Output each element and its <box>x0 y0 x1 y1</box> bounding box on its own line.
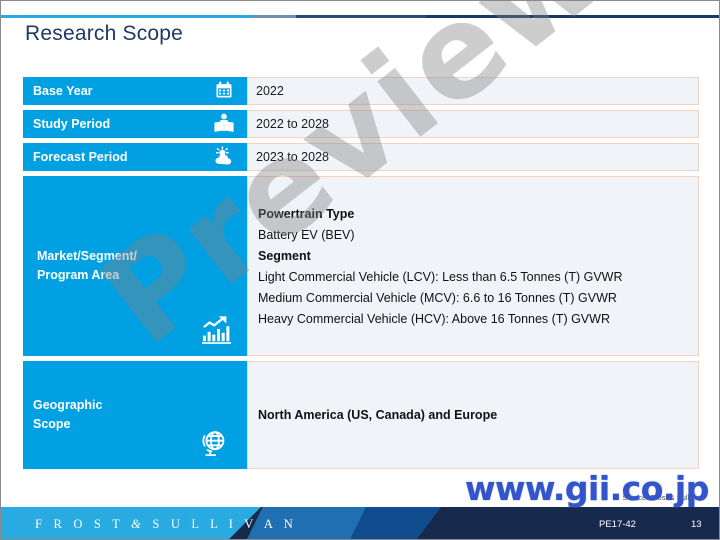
row-value-base-year: 2022 <box>247 77 699 105</box>
site-watermark: www.gii.co.jp <box>465 469 709 508</box>
bar-chart-trend-icon <box>199 312 235 348</box>
segment-heading: Segment <box>258 248 311 263</box>
powertrain-type-heading: Powertrain Type <box>258 206 355 221</box>
top-rule-segment-slate <box>251 15 296 18</box>
table-row: Geographic Scope North America (US, Cana… <box>23 361 699 469</box>
row-label-line-2: Scope <box>33 417 71 431</box>
segment-item-lcv: Light Commercial Vehicle (LCV): Less tha… <box>258 269 623 284</box>
row-label-base-year: Base Year <box>23 77 247 105</box>
calendar-icon <box>211 77 237 103</box>
powertrain-type-value: Battery EV (BEV) <box>258 227 355 242</box>
brand-ampersand: & <box>131 517 146 531</box>
top-rule-segment-blue <box>296 15 426 18</box>
top-rule-segment-navy <box>426 15 719 18</box>
footer-band-navy <box>401 507 719 539</box>
row-label-study-period: Study Period <box>23 110 247 138</box>
table-row: Base Year 2022 <box>23 77 699 105</box>
page-title: Research Scope <box>25 22 184 45</box>
brand-last-word: S U L L I V A N <box>152 517 297 531</box>
row-label-market-segment-program-area: Market/Segment/ Program Area <box>23 176 247 356</box>
geographic-scope-text: North America (US, Canada) and Europe <box>258 408 498 422</box>
slide-canvas: Research Scope Base Year 2022 Study Peri… <box>0 0 720 540</box>
row-label-line-1: Market/Segment/ <box>37 248 138 263</box>
row-value-geographic-scope: North America (US, Canada) and Europe <box>247 361 699 469</box>
row-label-text: Base Year <box>33 84 93 98</box>
row-label-text: Market/Segment/ Program Area <box>37 247 137 286</box>
research-scope-table: Base Year 2022 Study Period 2022 to 2028… <box>23 77 699 474</box>
row-label-line-1: Geographic <box>33 397 103 412</box>
reader-icon <box>211 110 237 136</box>
row-value-forecast-period: 2023 to 2028 <box>247 143 699 171</box>
table-row: Study Period 2022 to 2028 <box>23 110 699 138</box>
brand-first-word: F R O S T <box>35 517 124 531</box>
row-label-line-2: Program Area <box>37 268 120 282</box>
row-label-geographic-scope: Geographic Scope <box>23 361 247 469</box>
row-label-text: Study Period <box>33 117 111 131</box>
table-row: Market/Segment/ Program Area Powertrain … <box>23 176 699 356</box>
segment-item-mcv: Medium Commercial Vehicle (MCV): 6.6 to … <box>258 290 617 305</box>
top-accent-rule <box>1 15 719 18</box>
top-rule-segment-cyan <box>1 15 251 18</box>
row-label-text: Geographic Scope <box>33 396 102 435</box>
weather-sun-cloud-icon <box>211 143 237 169</box>
slide-footer: F R O S T & S U L L I V A N PE17-42 13 <box>1 507 719 539</box>
frost-sullivan-logo: F R O S T & S U L L I V A N <box>35 517 297 532</box>
segment-item-hcv: Heavy Commercial Vehicle (HCV): Above 16… <box>258 311 610 326</box>
globe-stand-icon <box>195 425 233 463</box>
table-row: Forecast Period 2023 to 2028 <box>23 143 699 171</box>
row-label-forecast-period: Forecast Period <box>23 143 247 171</box>
row-value-study-period: 2022 to 2028 <box>247 110 699 138</box>
footer-document-code: PE17-42 <box>599 519 636 530</box>
row-label-text: Forecast Period <box>33 150 128 164</box>
footer-page-number: 13 <box>691 519 702 530</box>
row-value-market-segment: Powertrain Type Battery EV (BEV) Segment… <box>247 176 699 356</box>
